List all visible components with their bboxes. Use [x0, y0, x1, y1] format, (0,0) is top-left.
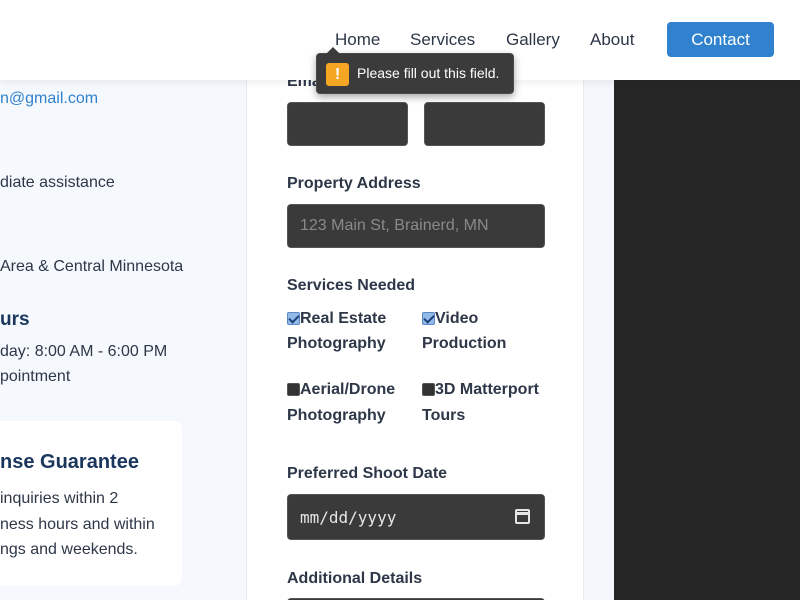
checkbox-label: Tours: [422, 407, 466, 424]
tooltip-arrow: [326, 47, 340, 54]
hours-weekday-text: day: 8:00 AM - 6:00 PM: [0, 343, 168, 360]
address-input[interactable]: 123 Main St, Brainerd, MN: [287, 204, 545, 248]
checkbox-video-production[interactable]: [422, 312, 435, 325]
shoot-date-input[interactable]: mm/dd/yyyy: [287, 494, 545, 540]
nav-about-link[interactable]: About: [590, 30, 634, 50]
checkbox-3d-matterport-tours[interactable]: [422, 383, 435, 396]
checkbox-label: Real Estate: [300, 310, 387, 327]
email-field[interactable]: [287, 102, 408, 146]
nav-services-link[interactable]: Services: [410, 30, 475, 50]
shoot-date-label: Preferred Shoot Date: [287, 465, 448, 482]
assistance-text: diate assistance: [0, 174, 115, 191]
additional-details-label: Additional Details: [287, 570, 423, 587]
service-area-text: Area & Central Minnesota: [0, 258, 184, 275]
checkbox-label: Photography: [287, 407, 386, 424]
guarantee-line: inquiries within 2: [0, 490, 119, 507]
guarantee-line: ngs and weekends.: [0, 541, 138, 558]
checkbox-aerial-drone-photography[interactable]: [287, 383, 300, 396]
checkbox-label: Production: [422, 335, 507, 352]
nav-home-link[interactable]: Home: [335, 30, 380, 50]
booking-form: Ema Property Address 123 Main St, Braine…: [246, 73, 584, 600]
address-label: Property Address: [287, 175, 421, 192]
hours-heading: urs: [0, 309, 30, 330]
date-placeholder: mm/dd/yyyy: [300, 508, 397, 527]
checkbox-label: Aerial/Drone: [300, 381, 396, 398]
checkbox-real-estate-photography[interactable]: [287, 312, 300, 325]
guarantee-line: ness hours and within: [0, 516, 155, 533]
guarantee-title: nse Guarantee: [0, 451, 139, 473]
address-placeholder: 123 Main St, Brainerd, MN: [300, 217, 489, 234]
contact-info-column: n@gmail.com diate assistance Area & Cent…: [0, 80, 246, 600]
email-link[interactable]: n@gmail.com: [0, 89, 98, 109]
checkbox-label: 3D Matterport: [435, 381, 540, 398]
appointment-text: pointment: [0, 368, 71, 385]
warning-icon: !: [326, 63, 349, 86]
checkbox-label: Video: [435, 310, 479, 327]
calendar-icon[interactable]: [515, 509, 530, 524]
services-label: Services Needed: [287, 277, 416, 294]
phone-field[interactable]: [424, 102, 545, 146]
tooltip-message: Please fill out this field.: [357, 65, 500, 81]
nav-gallery-link[interactable]: Gallery: [506, 30, 560, 50]
response-guarantee-card: nse Guarantee inquiries within 2 ness ho…: [0, 421, 182, 586]
checkbox-label: Photography: [287, 335, 386, 352]
dark-side-panel: [614, 80, 800, 600]
contact-button[interactable]: Contact: [667, 22, 774, 57]
validation-tooltip: ! Please fill out this field.: [316, 47, 514, 94]
